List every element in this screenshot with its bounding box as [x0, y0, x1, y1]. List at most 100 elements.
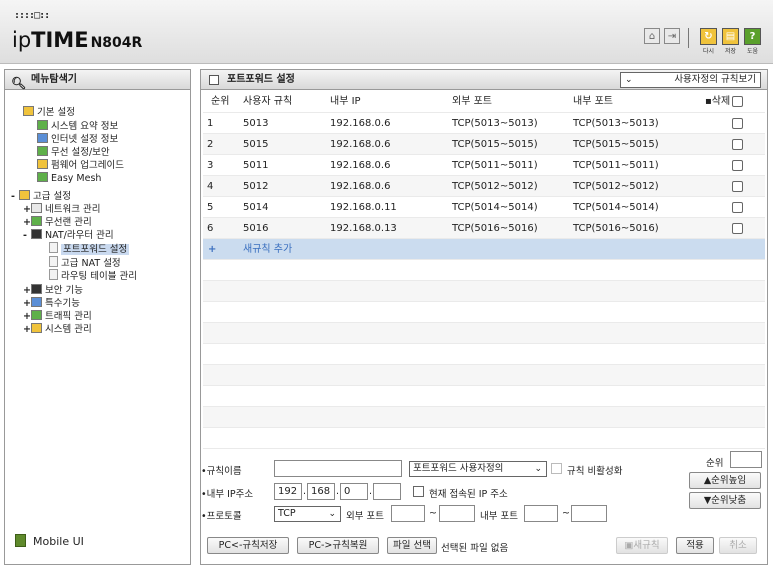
table-row[interactable]: 4 5012 192.168.0.6 TCP(5012~5012) TCP(50… [203, 176, 765, 197]
disable-checkbox[interactable] [551, 463, 562, 474]
cancel-button[interactable]: 취소 [719, 537, 757, 554]
table-row[interactable]: 3 5011 192.168.0.6 TCP(5011~5011) TCP(50… [203, 155, 765, 176]
page-title: 포트포워드 설정 [227, 74, 295, 85]
new-rule-button[interactable]: ▣새규칙 [616, 537, 668, 554]
ip-dot: . [303, 486, 307, 497]
ext-port-end[interactable] [439, 505, 475, 522]
help-button[interactable]: ? 도움 [744, 28, 761, 55]
collapse-toggle[interactable]: - [23, 230, 31, 242]
delete-checkbox[interactable] [732, 139, 743, 150]
inner-port-start[interactable] [524, 505, 558, 522]
expand-toggle[interactable]: + [23, 204, 31, 216]
protocol-select[interactable]: TCP ⌄ [274, 506, 341, 522]
save-button[interactable]: ▤ 저장 [722, 28, 739, 55]
tree-label: 트래픽 관리 [45, 311, 92, 322]
current-ip-checkbox[interactable] [413, 486, 424, 497]
tree-nat[interactable]: - NAT/라우터 관리 [23, 229, 114, 241]
page-icon [209, 75, 219, 85]
wifi-icon [37, 146, 48, 156]
ip-dot: . [369, 486, 373, 497]
reload-button[interactable]: ↻ 다시 [700, 28, 717, 55]
tree-item-wireless[interactable]: 무선 설정/보안 [37, 146, 110, 158]
tree-item-firmware[interactable]: 펌웨어 업그레이드 [37, 159, 124, 171]
traffic-icon [31, 310, 42, 320]
tree-item-system-summary[interactable]: 시스템 요약 정보 [37, 120, 118, 132]
tree-special[interactable]: + 특수기능 [23, 297, 80, 309]
expand-toggle[interactable]: + [23, 311, 31, 323]
restore-rules-button[interactable]: PC->규칙복원 [297, 537, 379, 554]
delete-checkbox[interactable] [732, 160, 743, 171]
cell-name: 5011 [243, 160, 269, 171]
rule-name-input[interactable] [274, 460, 402, 477]
label-text: 프로토콜 [206, 511, 242, 522]
empty-row [203, 281, 765, 302]
ip-octet-3[interactable]: 0 [340, 483, 368, 500]
brand-logo: ipTIME N804R [12, 28, 142, 52]
table-row[interactable]: 1 5013 192.168.0.6 TCP(5013~5013) TCP(50… [203, 113, 765, 134]
backup-rules-button[interactable]: PC<-규칙저장 [207, 537, 289, 554]
add-rule-row[interactable]: + 새규칙 추가 [203, 239, 765, 260]
tree-item-easymesh[interactable]: Easy Mesh [37, 172, 101, 184]
rule-type-select[interactable]: 포트포워드 사용자정의 ⌄ [409, 461, 547, 477]
range-tilde: ~ [429, 508, 437, 519]
col-delete: ▪삭제 [705, 96, 731, 107]
network-icon [31, 203, 42, 213]
expand-toggle[interactable]: + [23, 324, 31, 336]
new-rule-label: 새규칙 [633, 540, 660, 551]
apply-button[interactable]: 적용 [676, 537, 714, 554]
tree-item-internet[interactable]: 인터넷 설정 정보 [37, 133, 118, 145]
logout-icon[interactable]: ⇥ [664, 28, 680, 44]
expand-toggle[interactable]: + [23, 217, 31, 229]
plus-icon: + [208, 244, 217, 255]
delete-checkbox[interactable] [732, 181, 743, 192]
order-up-button[interactable]: ▲순위높임 [689, 472, 761, 489]
file-select-button[interactable]: 파일 선택 [387, 537, 437, 554]
cell-ip: 192.168.0.6 [330, 139, 391, 150]
tree-label: 시스템 관리 [45, 324, 92, 335]
view-rules-select[interactable]: ⌄ 사용자정의 규칙보기 [620, 72, 761, 88]
table-row[interactable]: 2 5015 192.168.0.6 TCP(5015~5015) TCP(50… [203, 134, 765, 155]
tree-basic[interactable]: 기본 설정 [23, 106, 75, 118]
collapse-toggle[interactable]: - [11, 191, 19, 203]
delete-checkbox[interactable] [732, 223, 743, 234]
cell-ext: TCP(5011~5011) [452, 160, 538, 171]
tree-item-advanced-nat[interactable]: 고급 NAT 설정 [49, 256, 121, 269]
ip-octet-2[interactable]: 168 [307, 483, 335, 500]
col-name: 사용자 규칙 [243, 96, 293, 107]
tree-label: 보안 기능 [45, 285, 83, 296]
mobile-ui-link[interactable]: Mobile UI [15, 534, 84, 548]
tree-item-portforward[interactable]: 포트포워드 설정 [49, 242, 130, 255]
expand-toggle[interactable]: + [23, 285, 31, 297]
folder-icon [23, 106, 34, 116]
ip-octet-1[interactable]: 192 [274, 483, 302, 500]
tree-wlan[interactable]: + 무선랜 관리 [23, 216, 92, 228]
tree-label: 특수기능 [45, 298, 80, 309]
inner-port-end[interactable] [571, 505, 607, 522]
mesh-icon [37, 172, 48, 182]
home-icon[interactable]: ⌂ [644, 28, 660, 44]
ext-port-start[interactable] [391, 505, 425, 522]
cell-ext: TCP(5016~5016) [452, 223, 538, 234]
tree-system[interactable]: + 시스템 관리 [23, 323, 92, 335]
order-input[interactable] [730, 451, 762, 468]
tree-advanced[interactable]: - 고급 설정 [11, 190, 71, 202]
ip-octet-4[interactable] [373, 483, 401, 500]
ext-port-label: 외부 포트 [346, 511, 384, 522]
cell-ext: TCP(5014~5014) [452, 202, 538, 213]
tools-icon [31, 297, 42, 307]
expand-toggle[interactable]: + [23, 298, 31, 310]
tree-label: NAT/라우터 관리 [45, 230, 114, 241]
cell-name: 5014 [243, 202, 269, 213]
table-row[interactable]: 6 5016 192.168.0.13 TCP(5016~5016) TCP(5… [203, 218, 765, 239]
cell-order: 5 [207, 202, 214, 213]
select-all-checkbox[interactable] [732, 96, 743, 107]
order-down-button[interactable]: ▼순위낮춤 [689, 492, 761, 509]
tree-traffic[interactable]: + 트래픽 관리 [23, 310, 92, 322]
table-row[interactable]: 5 5014 192.168.0.11 TCP(5014~5014) TCP(5… [203, 197, 765, 218]
tree-network[interactable]: + 네트워크 관리 [23, 203, 100, 215]
delete-checkbox[interactable] [732, 118, 743, 129]
tree-item-routing[interactable]: 라우팅 테이블 관리 [49, 269, 137, 282]
cell-inner: TCP(5011~5011) [573, 160, 659, 171]
delete-checkbox[interactable] [732, 202, 743, 213]
tree-security[interactable]: + 보안 기능 [23, 284, 83, 296]
